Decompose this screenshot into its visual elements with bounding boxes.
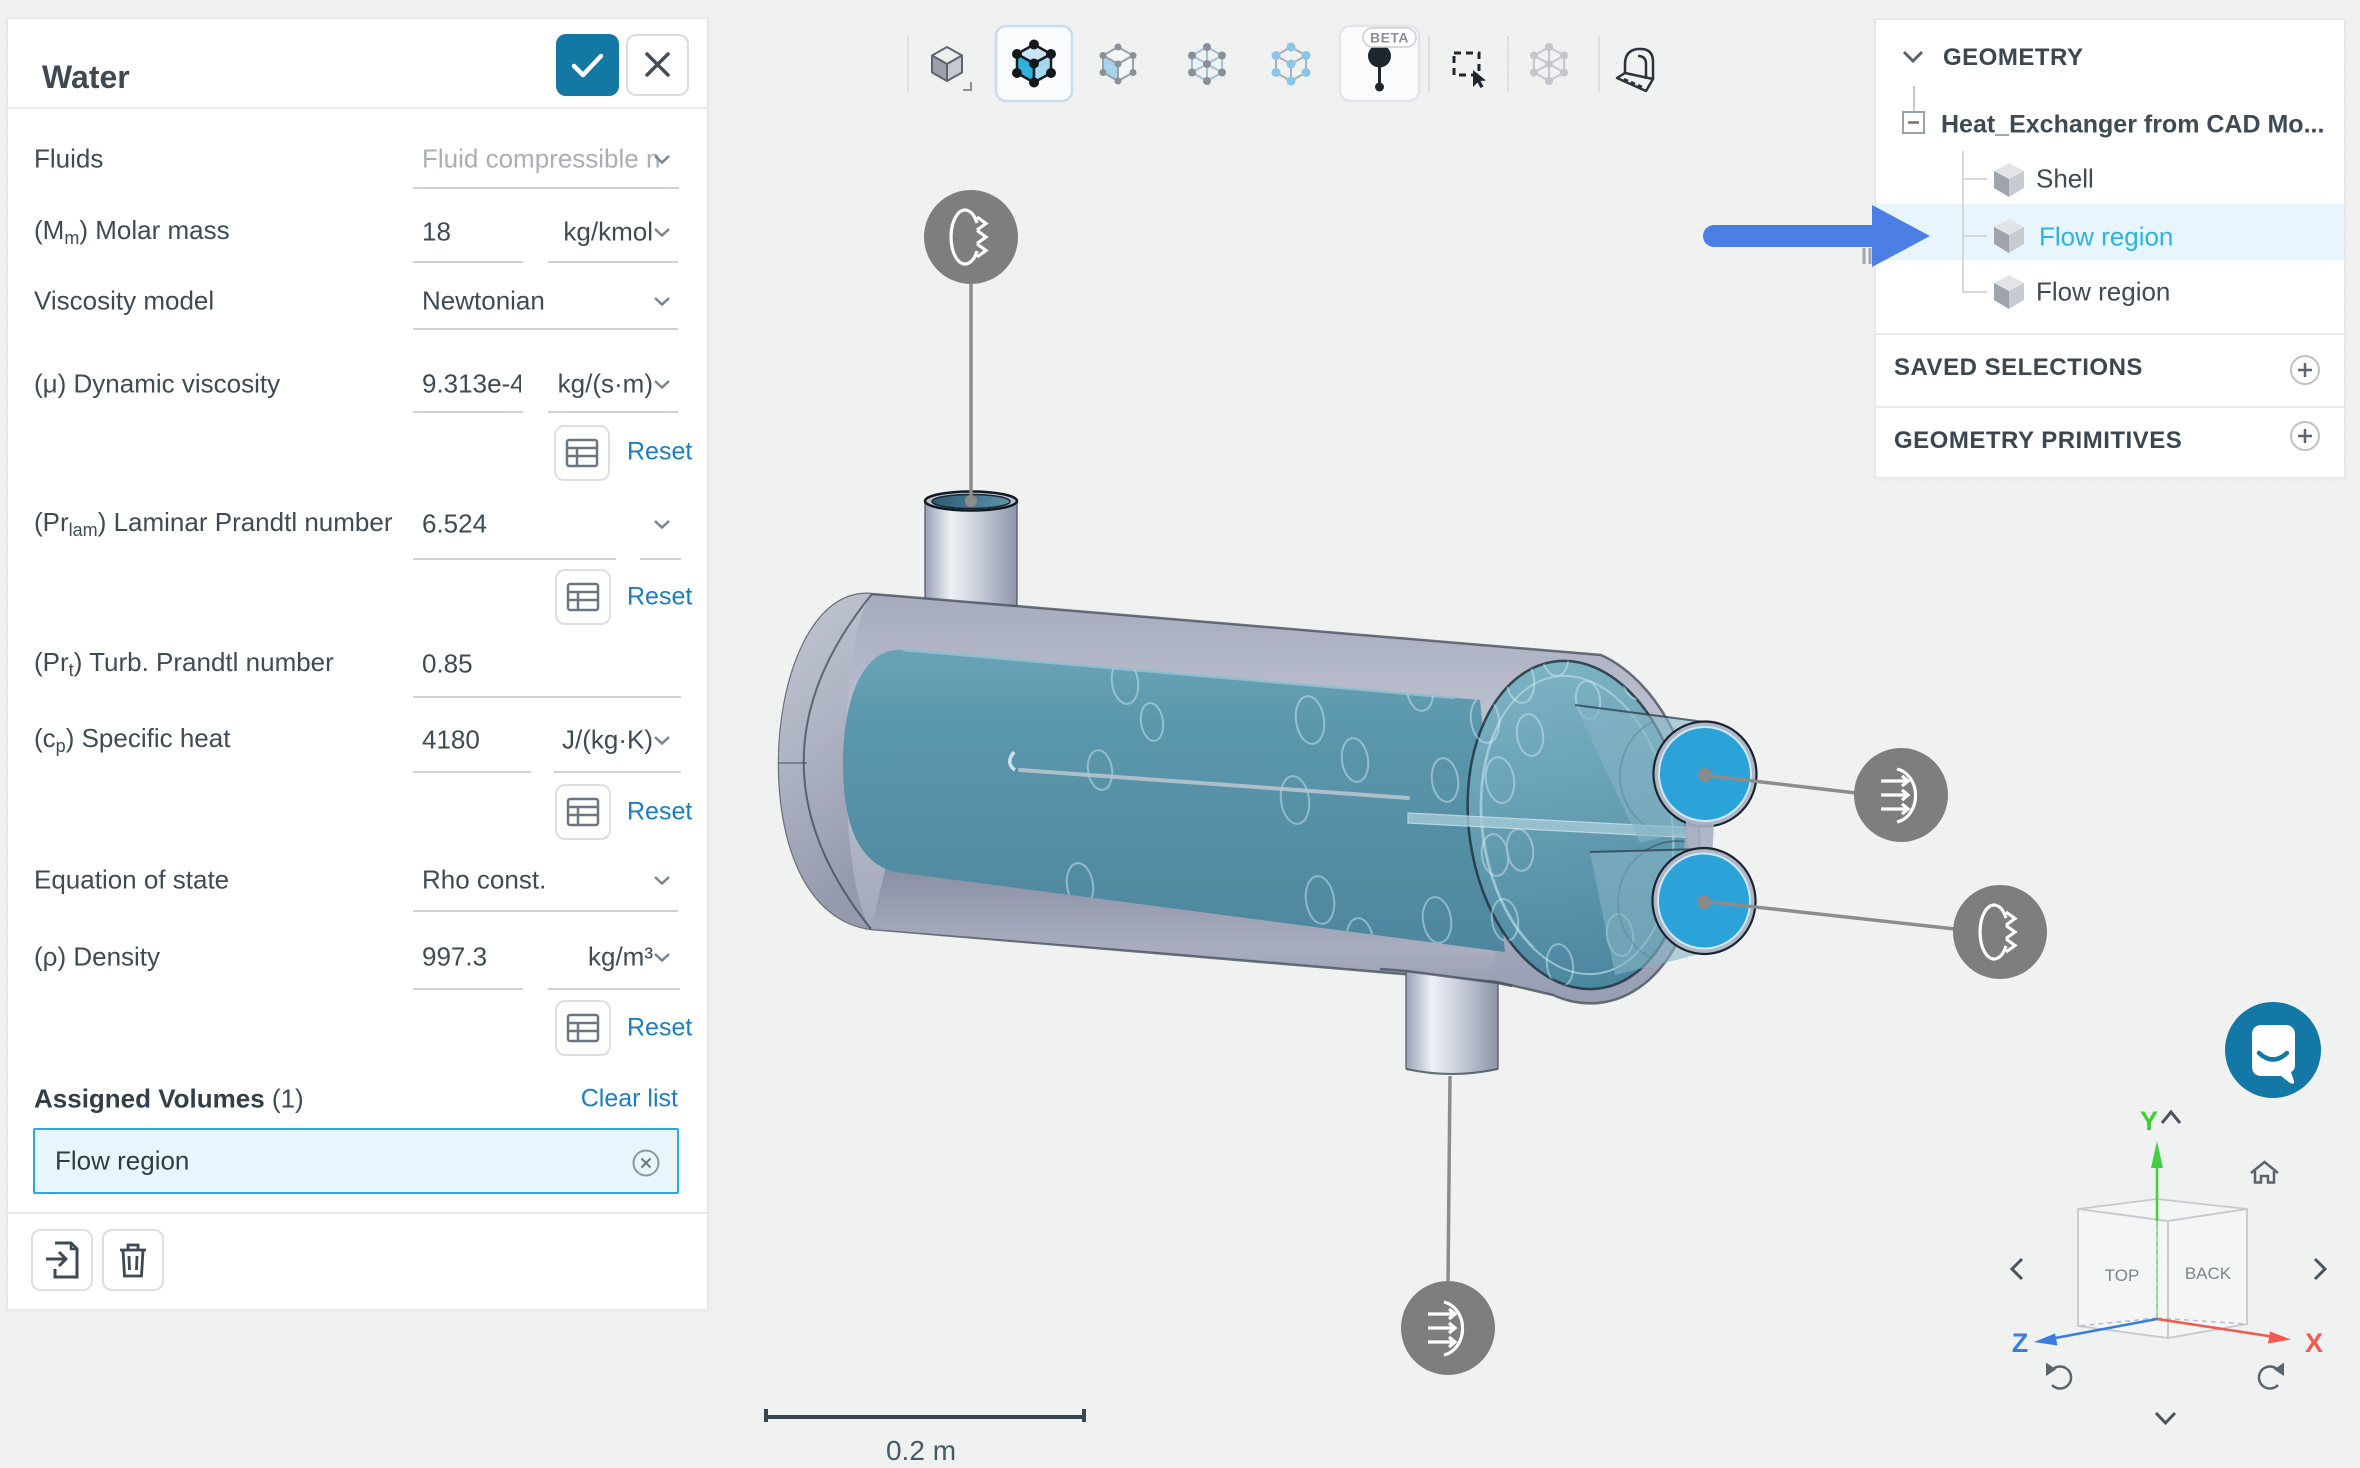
svg-text:0.2 m: 0.2 m [886,1435,956,1466]
svg-text:X: X [2305,1328,2323,1358]
svg-text:BACK: BACK [2185,1264,2232,1283]
svg-text:BETA: BETA [1370,30,1409,46]
svg-text:Z: Z [2012,1328,2029,1358]
svg-text:TOP: TOP [2105,1266,2140,1285]
svg-text:Y: Y [2140,1106,2158,1136]
